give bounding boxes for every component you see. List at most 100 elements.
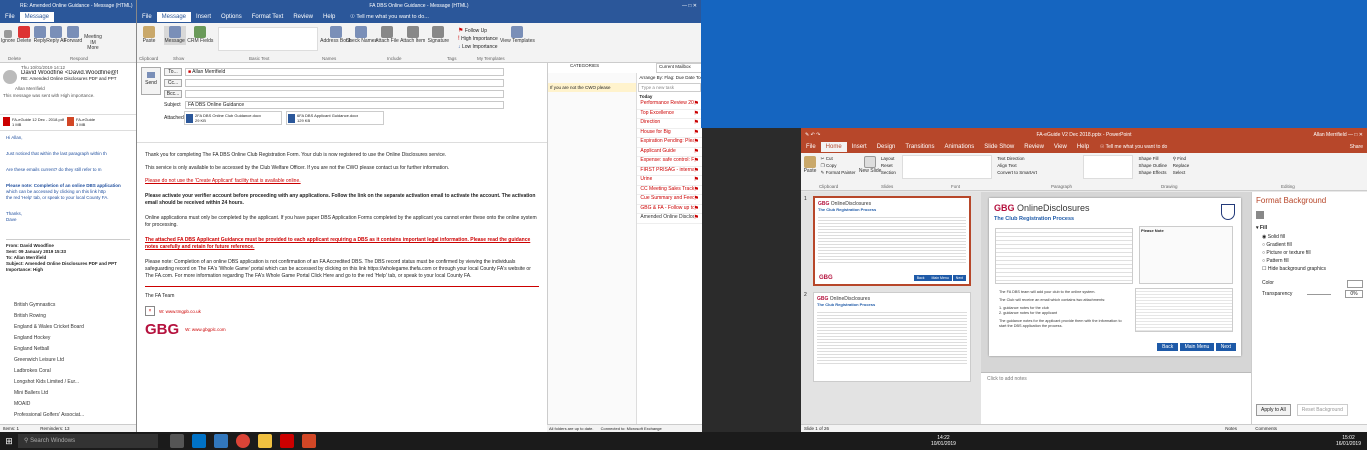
meeting-button[interactable]: Meeting IM More <box>83 34 103 52</box>
tab-insert[interactable]: Insert <box>191 12 216 22</box>
attachment-docx-2[interactable]: 6FA DBS Applicant Guidance.docx 129 KB <box>286 111 384 125</box>
to-button[interactable]: To... <box>164 67 182 76</box>
ppt-tab-animations[interactable]: Animations <box>940 142 980 152</box>
main-menu-button[interactable]: Main Menu <box>1179 343 1215 351</box>
reply-all-button[interactable]: Reply All <box>46 26 66 45</box>
powerpoint-taskbar-icon[interactable] <box>302 434 316 448</box>
copy-button[interactable]: ❐ Copy <box>821 162 856 169</box>
shapes-gallery[interactable] <box>1082 155 1133 179</box>
folder-item[interactable]: Ladbrokes Coral <box>0 366 136 377</box>
clock-left[interactable]: 14:22 10/01/2019 <box>931 435 956 447</box>
task-item[interactable]: Applicant Guide ⚑ <box>637 148 702 157</box>
flag-icon[interactable]: ⚑ <box>694 148 699 157</box>
attach-file-button[interactable]: Attach File <box>375 26 399 45</box>
new-slide-button[interactable]: New Slide <box>859 156 881 175</box>
flag-icon[interactable]: ⚑ <box>694 214 699 223</box>
replace-button[interactable]: Replace <box>1173 162 1190 169</box>
follow-up-button[interactable]: ⚑ Follow Up <box>458 27 498 35</box>
tab-message[interactable]: Message <box>19 12 55 22</box>
section-button[interactable]: Section <box>881 169 896 176</box>
reply-button[interactable]: Reply <box>33 26 47 45</box>
tab-message[interactable]: Message <box>156 12 192 22</box>
flag-icon[interactable]: ⚑ <box>694 119 699 128</box>
color-picker[interactable] <box>1347 280 1363 288</box>
bcc-button[interactable]: Bcc... <box>164 89 182 98</box>
ppt-tab-help[interactable]: Help <box>1072 142 1094 152</box>
windows-start-icon[interactable]: ⊞ <box>0 436 18 447</box>
low-importance-button[interactable]: ↓ Low Importance <box>458 43 498 51</box>
folder-item[interactable]: Mini Ballers Ltd <box>0 388 136 399</box>
transparency-slider[interactable] <box>1306 293 1331 295</box>
main-slide[interactable]: GBG OnlineDisclosures The Club Registrat… <box>989 198 1241 356</box>
checkbox-hide-graphics[interactable]: ☐ Hide background graphics <box>1262 266 1363 272</box>
task-item[interactable]: House for Big ⚑ <box>637 129 702 138</box>
back-button[interactable]: Back <box>1157 343 1179 351</box>
smartart-button[interactable]: Convert to SmartArt <box>997 169 1077 176</box>
explorer-taskbar-icon[interactable] <box>258 434 272 448</box>
acrobat-taskbar-icon[interactable] <box>280 434 294 448</box>
reminders-count[interactable]: Reminders: 13 <box>40 426 69 431</box>
folder-item[interactable]: England & Wales Cricket Board <box>0 322 136 333</box>
radio-picture-fill[interactable]: ○ Picture or texture fill <box>1262 250 1363 256</box>
reset-background-button[interactable]: Reset Background <box>1296 404 1348 416</box>
bcc-field[interactable] <box>185 89 504 98</box>
flag-icon[interactable]: ⚑ <box>694 110 699 119</box>
find-button[interactable]: ⚲ Find <box>1173 155 1190 162</box>
folder-item[interactable]: England Netball <box>0 344 136 355</box>
forward-button[interactable]: Forward <box>64 26 82 45</box>
address-book-button[interactable]: Address Book <box>320 26 351 45</box>
transparency-value[interactable]: 0% <box>1344 290 1363 298</box>
font-controls[interactable] <box>218 27 319 51</box>
clock-right[interactable]: 15:02 16/01/2019 <box>1336 435 1361 447</box>
compose-body[interactable]: Thank you for completing The FA DBS Onli… <box>137 146 547 426</box>
folder-item[interactable]: England Hockey <box>0 333 136 344</box>
format-painter-button[interactable]: ✎ Format Painter <box>821 169 856 176</box>
radio-solid-fill[interactable]: ◉ Solid fill <box>1262 234 1363 240</box>
ppt-tab-transitions[interactable]: Transitions <box>900 142 939 152</box>
radio-pattern-fill[interactable]: ○ Pattern fill <box>1262 258 1363 264</box>
current-mailbox-search[interactable]: Current Mailbox <box>656 63 702 73</box>
paste-button[interactable]: Paste <box>138 26 160 45</box>
apply-to-all-button[interactable]: Apply to All <box>1256 404 1291 416</box>
delete-button[interactable]: Delete <box>17 26 31 45</box>
signature-button[interactable]: Signature <box>427 26 449 45</box>
new-task-input[interactable]: Type a new task <box>638 83 701 92</box>
slide-thumbnail-2[interactable]: GBG OnlineDisclosures The Club Registrat… <box>813 292 971 382</box>
cc-field[interactable] <box>185 78 504 87</box>
task-item[interactable]: Expense: safe control: FB-3...⚑ <box>637 157 702 167</box>
attach-item-button[interactable]: Attach Item <box>400 26 425 45</box>
tell-me-box[interactable]: ☉ Tell me what you want to do... <box>350 14 429 20</box>
flag-icon[interactable]: ⚑ <box>694 157 699 166</box>
folder-item[interactable]: Professional Golfers' Associat... <box>0 410 136 421</box>
ppt-tab-view[interactable]: View <box>1049 142 1072 152</box>
flag-icon[interactable]: ⚑ <box>694 205 699 214</box>
flag-icon[interactable]: ⚑ <box>694 138 699 147</box>
ignore-button[interactable]: Ignore <box>1 30 15 45</box>
ppt-tab-insert[interactable]: Insert <box>847 142 872 152</box>
view-templates-button[interactable]: View Templates <box>500 26 535 45</box>
task-item[interactable]: Urine ⚑ <box>637 176 702 186</box>
ppt-tell-me[interactable]: ☉ Tell me what you want to do <box>1100 144 1168 150</box>
ppt-tab-slide-show[interactable]: Slide Show <box>979 142 1019 152</box>
attachment-pdf[interactable]: FA-eGuide 12 Dec - 2018.pdf 1 MB <box>3 117 67 128</box>
radio-gradient-fill[interactable]: ○ Gradient fill <box>1262 242 1363 248</box>
cut-button[interactable]: ✂ Cut <box>821 155 856 162</box>
ppt-tab-review[interactable]: Review <box>1019 142 1049 152</box>
next-button[interactable]: Next <box>1215 343 1236 351</box>
fill-header[interactable]: ▾ Fill <box>1256 225 1363 231</box>
send-button[interactable]: Send <box>141 67 161 95</box>
shape-outline-button[interactable]: Shape Outline <box>1139 162 1168 169</box>
shape-fill-button[interactable]: Shape Fill <box>1139 155 1168 162</box>
folder-item[interactable]: Greenwich Leisure Ltd <box>0 355 136 366</box>
shape-effects-button[interactable]: Shape Effects <box>1139 169 1168 176</box>
flag-icon[interactable]: ⚑ <box>694 186 699 195</box>
flag-icon[interactable]: ⚑ <box>694 100 699 109</box>
crm-fields-button[interactable]: CRM Fields <box>187 26 213 45</box>
folder-item[interactable]: British Rowing <box>0 311 136 322</box>
tab-review[interactable]: Review <box>288 12 318 22</box>
tab-file[interactable]: File <box>137 12 157 22</box>
ppt-paste-button[interactable]: Paste <box>802 156 818 175</box>
task-item[interactable]: Amended Online Disclosures...⚑ <box>637 214 702 224</box>
flag-icon[interactable]: ⚑ <box>694 176 699 185</box>
task-item[interactable]: FIRST PRISAG - internal bra...⚑ <box>637 167 702 176</box>
